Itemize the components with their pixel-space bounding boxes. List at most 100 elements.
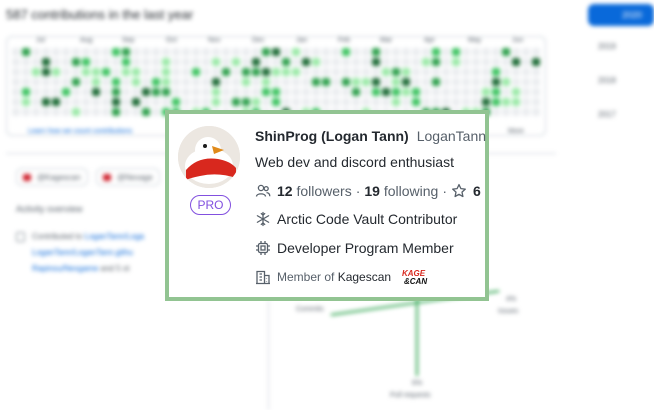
following-count[interactable]: 19	[364, 183, 380, 199]
axis-label-pull-requests: Pull requests	[390, 392, 431, 399]
contribution-cell	[452, 68, 460, 76]
contribution-cell	[272, 88, 280, 96]
repo-link[interactable]: LoganTann/LoganTann.githu	[32, 248, 133, 257]
stars-count[interactable]: 6	[473, 183, 481, 199]
contribution-cell	[182, 48, 190, 56]
month-label: Aug	[80, 37, 93, 44]
contribution-cell	[242, 58, 250, 66]
contribution-cell	[352, 98, 360, 106]
contribution-cell	[362, 98, 370, 106]
contribution-cell	[82, 108, 90, 116]
contribution-cell	[32, 88, 40, 96]
contribution-cell	[472, 98, 480, 106]
kagescan-logo[interactable]: KAGE &CAN	[399, 268, 431, 286]
contribution-cell	[182, 68, 190, 76]
contribution-cell	[252, 58, 260, 66]
contribution-cell	[62, 108, 70, 116]
contribution-cell	[172, 88, 180, 96]
contribution-cell	[482, 78, 490, 86]
contribution-cell	[372, 78, 380, 86]
contribution-cell	[122, 78, 130, 86]
contribution-cell	[352, 88, 360, 96]
contribution-cell	[12, 78, 20, 86]
followers-label[interactable]: followers	[296, 183, 351, 199]
learn-link[interactable]: Learn how we count contributions	[28, 128, 132, 135]
contribution-cell	[372, 48, 380, 56]
avatar[interactable]	[178, 126, 240, 188]
month-label: Nov	[208, 37, 221, 44]
contribution-cell	[482, 58, 490, 66]
contribution-cell	[152, 98, 160, 106]
activity-divider	[268, 300, 269, 410]
contribution-cell	[352, 78, 360, 86]
contribution-cell	[502, 68, 510, 76]
contribution-cell	[522, 68, 530, 76]
contribution-cell	[522, 48, 530, 56]
contribution-cell	[142, 88, 150, 96]
contributions-title: 587 contributions in the last year	[6, 7, 194, 22]
contribution-cell	[32, 58, 40, 66]
followers-count[interactable]: 12	[277, 183, 293, 199]
contribution-cell	[492, 48, 500, 56]
contribution-cell	[192, 98, 200, 106]
contribution-cell	[22, 68, 30, 76]
contribution-cell	[22, 98, 30, 106]
org-pill[interactable]: @Nexage	[96, 168, 160, 186]
contribution-cell	[392, 98, 400, 106]
contribution-cell	[382, 68, 390, 76]
contribution-cell	[132, 88, 140, 96]
following-label[interactable]: following	[384, 183, 438, 199]
contribution-cell	[232, 68, 240, 76]
contribution-cell	[232, 98, 240, 106]
contribution-cell	[222, 58, 230, 66]
contribution-cell	[132, 98, 140, 106]
year-button[interactable]: 2019	[598, 42, 616, 51]
year-button-active[interactable]: 2020	[588, 4, 654, 26]
contribution-cell	[152, 108, 160, 116]
contribution-cell	[32, 48, 40, 56]
contribution-cell	[192, 48, 200, 56]
contribution-cell	[292, 88, 300, 96]
achievement-label[interactable]: Arctic Code Vault Contributor	[277, 211, 457, 227]
year-button[interactable]: 2017	[598, 110, 616, 119]
contribution-cell	[422, 48, 430, 56]
contribution-cell	[512, 78, 520, 86]
contribution-cell	[372, 58, 380, 66]
contribution-cell	[142, 68, 150, 76]
contribution-cell	[302, 98, 310, 106]
display-name[interactable]: ShinProg (Logan Tann)	[255, 128, 409, 144]
contribution-cell	[292, 98, 300, 106]
contribution-cell	[332, 78, 340, 86]
contribution-cell	[212, 78, 220, 86]
org-name[interactable]: Kagescan	[338, 270, 391, 284]
contribution-cell	[72, 58, 80, 66]
contribution-cell	[532, 78, 540, 86]
contribution-cell	[312, 88, 320, 96]
contribution-cell	[32, 108, 40, 116]
contribution-cell	[362, 78, 370, 86]
contribution-cell	[412, 68, 420, 76]
contribution-cell	[172, 58, 180, 66]
contribution-cell	[282, 48, 290, 56]
repo-link[interactable]: Rapinou/Nexgame	[32, 264, 98, 273]
year-button[interactable]: 2018	[598, 76, 616, 85]
contribution-cell	[432, 88, 440, 96]
repo-link[interactable]: LoganTann/Loga	[85, 232, 145, 241]
contribution-cell	[312, 58, 320, 66]
contribution-cell	[252, 78, 260, 86]
contribution-cell	[432, 58, 440, 66]
contribution-cell	[472, 78, 480, 86]
contribution-cell	[52, 98, 60, 106]
contribution-cell	[212, 88, 220, 96]
contribution-cell	[22, 58, 30, 66]
contribution-cell	[282, 68, 290, 76]
program-label[interactable]: Developer Program Member	[277, 240, 454, 256]
login[interactable]: LoganTann	[417, 128, 486, 144]
contribution-cell	[142, 58, 150, 66]
contribution-cell	[402, 68, 410, 76]
contribution-cell	[432, 98, 440, 106]
contribution-cell	[382, 78, 390, 86]
contribution-cell	[312, 68, 320, 76]
contribution-cell	[342, 98, 350, 106]
org-pill[interactable]: @Kagescan	[16, 168, 88, 186]
